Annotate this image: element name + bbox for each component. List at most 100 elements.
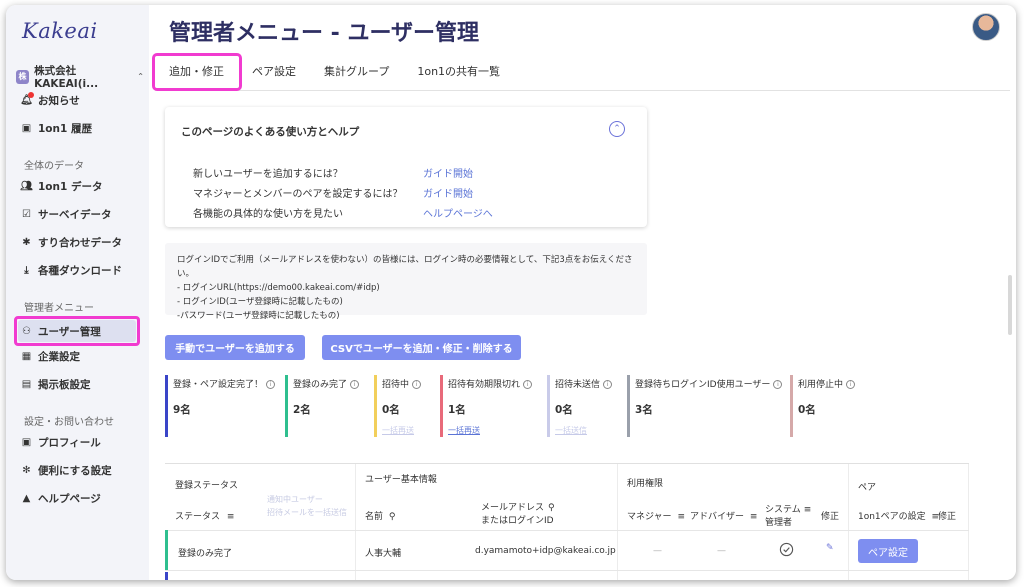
stat-value: 9名 <box>173 404 191 416</box>
notifying-users-link[interactable]: 通知中ユーザー <box>267 494 323 505</box>
stat-value: 0名 <box>798 404 816 416</box>
sidebar-item-1on1-data[interactable]: 👥︎ 1on1 データ <box>20 177 102 195</box>
column-label: ステータス <box>175 512 221 522</box>
filter-icon[interactable]: ≡ <box>750 512 758 522</box>
sidebar-item-board-settings[interactable]: ▤ 掲示板設定 <box>20 375 91 393</box>
sidebar-item-profile[interactable]: ▣ プロフィール <box>20 433 101 451</box>
guide-start-link[interactable]: ガイド開始 <box>423 165 473 180</box>
notification-dot <box>28 91 34 98</box>
column-label: 管理者 <box>765 518 793 528</box>
search-icon[interactable]: ⚲ <box>548 503 555 513</box>
column-header-sysadmin[interactable]: システム ≡ 管理者 <box>765 502 811 528</box>
avatar[interactable] <box>972 13 1000 41</box>
column-header-pair-edit: 修正 <box>938 512 957 522</box>
table-cell-email: d.yamamoto+idp@kakeai.co.jp <box>475 546 616 556</box>
column-label: またはログインID <box>481 516 554 526</box>
company-name: 株式会社KAKEAI(i... <box>34 65 99 90</box>
bulk-send-link[interactable]: 一括送信 <box>555 425 612 436</box>
group-header-pair: ペア <box>858 483 877 493</box>
column-divider <box>355 464 356 580</box>
sidebar-item-company-settings[interactable]: ▦ 企業設定 <box>20 347 80 365</box>
help-card: このページのよくある使い方とヘルプ ⌃ 新しいユーザーを追加するには？ ガイド開… <box>165 107 647 227</box>
column-header-advisor[interactable]: アドバイザー ≡ <box>690 509 757 522</box>
sidebar-item-label: すり合わせデータ <box>38 236 122 249</box>
sidebar-item-help[interactable]: ▲ ヘルプページ <box>20 489 101 507</box>
info-icon[interactable]: i <box>773 380 783 389</box>
row-status-bar <box>165 572 168 580</box>
filter-icon[interactable]: ≡ <box>227 512 235 522</box>
graduation-cap-icon: ▲ <box>22 492 31 504</box>
column-label: アドバイザー <box>690 512 745 522</box>
row-status-bar <box>165 530 168 570</box>
column-label: 1on1ペアの設定 <box>858 512 926 522</box>
info-icon[interactable]: i <box>523 380 533 389</box>
sidebar-item-label: 企業設定 <box>38 350 80 363</box>
chevron-up-icon[interactable]: ⌃ <box>609 121 625 137</box>
sidebar-item-label: 1on1 履歴 <box>38 122 92 135</box>
info-icon[interactable]: i <box>846 380 856 389</box>
filter-icon[interactable]: ≡ <box>804 505 812 515</box>
help-question: 新しいユーザーを追加するには？ <box>193 169 343 180</box>
column-header-email[interactable]: メールアドレス ⚲ またはログインID <box>481 500 555 526</box>
board-icon: ▤ <box>21 378 32 390</box>
tab-pair-settings[interactable]: ペア設定 <box>238 57 310 87</box>
download-icon: ⤓ <box>24 264 29 276</box>
login-info-box: ログインIDでご利用（メールアドレスを使わない）の皆様には、ログイン時の必要情報… <box>165 243 647 321</box>
column-divider <box>848 464 849 580</box>
help-page-link[interactable]: ヘルプページへ <box>423 205 493 220</box>
app-logo[interactable]: Kakeai <box>22 19 98 43</box>
guide-start-link[interactable]: ガイド開始 <box>423 185 473 200</box>
info-icon[interactable]: i <box>350 380 360 389</box>
pair-setting-button[interactable]: ペア設定 <box>858 539 918 563</box>
tab-1on1-shared-list[interactable]: 1on1の共有一覧 <box>403 57 514 87</box>
bulk-resend-link[interactable]: 一括再送 <box>382 425 421 436</box>
scrollbar[interactable] <box>1008 275 1012 335</box>
stat-value: 0名 <box>382 404 400 416</box>
column-header-pair-setting[interactable]: 1on1ペアの設定 ≡ <box>858 509 939 522</box>
add-user-manual-button[interactable]: 手動でユーザーを追加する <box>165 335 305 360</box>
stat-label: 招待未送信 <box>555 380 601 390</box>
filter-icon[interactable]: ≡ <box>677 512 685 522</box>
sidebar-item-label: ヘルプページ <box>38 492 101 505</box>
stat-color-bar <box>440 375 443 437</box>
company-badge-icon: 株 <box>16 69 30 84</box>
stat-pending-loginid: 登録待ちログインID使用ユーザー i 3名 <box>627 375 783 437</box>
sidebar-item-convenience-settings[interactable]: ✻ 便利にする設定 <box>20 461 111 479</box>
stat-registered-paired: 登録・ペア設定完了！ i 9名 <box>165 375 276 437</box>
column-header-status[interactable]: ステータス ≡ <box>175 509 234 522</box>
csv-import-button[interactable]: CSVでユーザーを追加・修正・削除する <box>322 335 521 360</box>
info-icon[interactable]: i <box>266 380 276 389</box>
stat-label: 登録・ペア設定完了！ <box>173 380 264 390</box>
stat-color-bar <box>374 375 377 437</box>
bulk-resend-link[interactable]: 一括再送 <box>448 425 532 436</box>
sidebar-item-alignment-data[interactable]: ✱ すり合わせデータ <box>20 233 122 251</box>
users-icon: 👥︎ <box>20 180 33 192</box>
column-label: 名前 <box>365 512 384 522</box>
search-icon[interactable]: ⚲ <box>389 512 396 522</box>
sidebar-item-label: プロフィール <box>38 436 101 449</box>
tab-aggregation-groups[interactable]: 集計グループ <box>310 57 403 87</box>
stat-color-bar <box>165 375 168 437</box>
sidebar-item-label: お知らせ <box>38 94 80 107</box>
info-icon[interactable]: i <box>412 380 422 389</box>
stat-color-bar <box>627 375 630 437</box>
sidebar-item-downloads[interactable]: ⤓ 各種ダウンロード <box>20 261 122 279</box>
check-circle-icon[interactable] <box>779 542 794 560</box>
history-icon: ▣ <box>21 122 32 134</box>
stat-registered-only: 登録のみ完了 i 2名 <box>285 375 360 437</box>
column-header-manager[interactable]: マネジャー ≡ <box>627 509 685 522</box>
tab-divider <box>155 90 1010 91</box>
sidebar-item-label: サーベイデータ <box>38 208 112 221</box>
company-selector[interactable]: 株 株式会社KAKEAI(i... ⌃ <box>16 63 144 90</box>
info-icon[interactable]: i <box>603 380 613 389</box>
help-question: マネジャーとメンバーのペアを設定するには？ <box>193 189 403 200</box>
column-divider <box>617 464 618 580</box>
column-header-name[interactable]: 名前 ⚲ <box>365 509 395 522</box>
bulk-invite-link[interactable]: 招待メールを一括送信 <box>267 507 347 518</box>
sidebar-item-1on1-history[interactable]: ▣ 1on1 履歴 <box>20 119 92 137</box>
chevron-updown-icon: ⌃ <box>137 72 144 81</box>
sidebar-item-notifications[interactable]: 🔔︎ お知らせ <box>20 91 80 109</box>
sidebar-section-admin: 管理者メニュー <box>24 303 94 314</box>
pencil-icon[interactable]: ✎ <box>826 543 834 553</box>
sidebar-item-survey-data[interactable]: ☑ サーベイデータ <box>20 205 112 223</box>
